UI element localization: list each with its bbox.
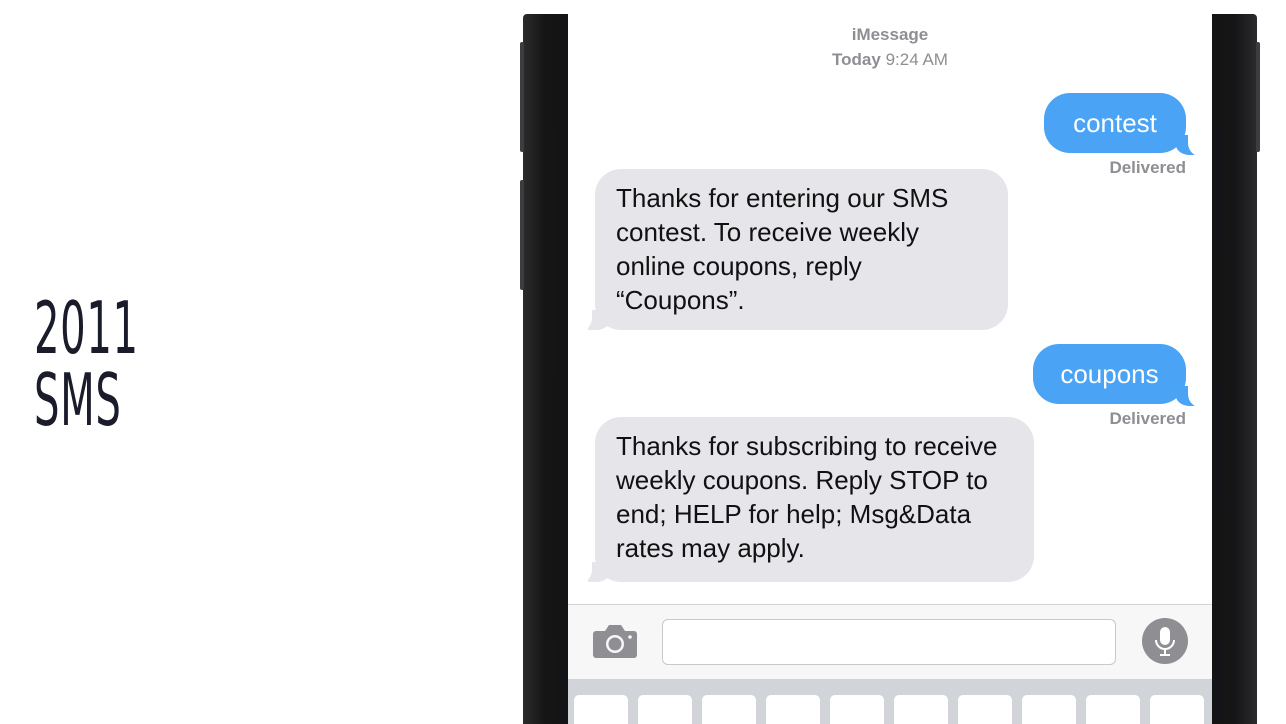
- keyboard-key[interactable]: [638, 695, 692, 724]
- bubble-tail: [578, 556, 610, 584]
- keyboard-key[interactable]: [702, 695, 756, 724]
- message-input[interactable]: [662, 619, 1116, 665]
- keyboard-key[interactable]: [1022, 695, 1076, 724]
- message-text: contest: [1073, 108, 1157, 138]
- keyboard-key[interactable]: [1086, 695, 1140, 724]
- message-bubble-incoming[interactable]: Thanks for entering our SMS contest. To …: [595, 169, 1008, 330]
- message-text: Thanks for entering our SMS contest. To …: [616, 183, 949, 315]
- bubble-tail: [1176, 129, 1204, 157]
- messages-screen: iMessage Today 9:24 AM contest Delivered…: [568, 14, 1212, 724]
- message-text: coupons: [1060, 359, 1159, 389]
- camera-icon[interactable]: [592, 623, 638, 659]
- slide-title-year: 2011: [34, 286, 139, 370]
- bubble-tail: [1176, 380, 1204, 408]
- keyboard-key[interactable]: [830, 695, 884, 724]
- timestamp-time: 9:24 AM: [885, 50, 948, 69]
- keyboard-key[interactable]: [1150, 695, 1204, 724]
- bubble-tail: [578, 304, 610, 332]
- message-bubble-incoming[interactable]: Thanks for subscribing to receive weekly…: [595, 417, 1034, 582]
- keyboard-key[interactable]: [574, 695, 628, 724]
- phone-mute-switch: [520, 42, 524, 152]
- microphone-icon[interactable]: [1142, 618, 1188, 664]
- compose-bar: [568, 604, 1212, 679]
- phone-volume-button: [520, 180, 524, 290]
- message-text: Thanks for subscribing to receive weekly…: [616, 431, 998, 563]
- service-label: iMessage: [851, 25, 929, 44]
- slide-title: 2011 SMS: [34, 292, 158, 436]
- keyboard-key[interactable]: [766, 695, 820, 724]
- phone-power-button: [1256, 42, 1260, 152]
- timestamp: Today 9:24 AM: [568, 50, 1212, 70]
- timestamp-day: Today: [832, 50, 881, 69]
- slide-title-subject: SMS: [34, 358, 122, 442]
- keyboard: [568, 679, 1212, 724]
- keyboard-key[interactable]: [894, 695, 948, 724]
- message-bubble-outgoing[interactable]: coupons: [1033, 344, 1186, 404]
- delivery-status: Delivered: [1109, 158, 1186, 177]
- delivery-status: Delivered: [1109, 409, 1186, 428]
- message-bubble-outgoing[interactable]: contest: [1044, 93, 1186, 153]
- keyboard-key[interactable]: [958, 695, 1012, 724]
